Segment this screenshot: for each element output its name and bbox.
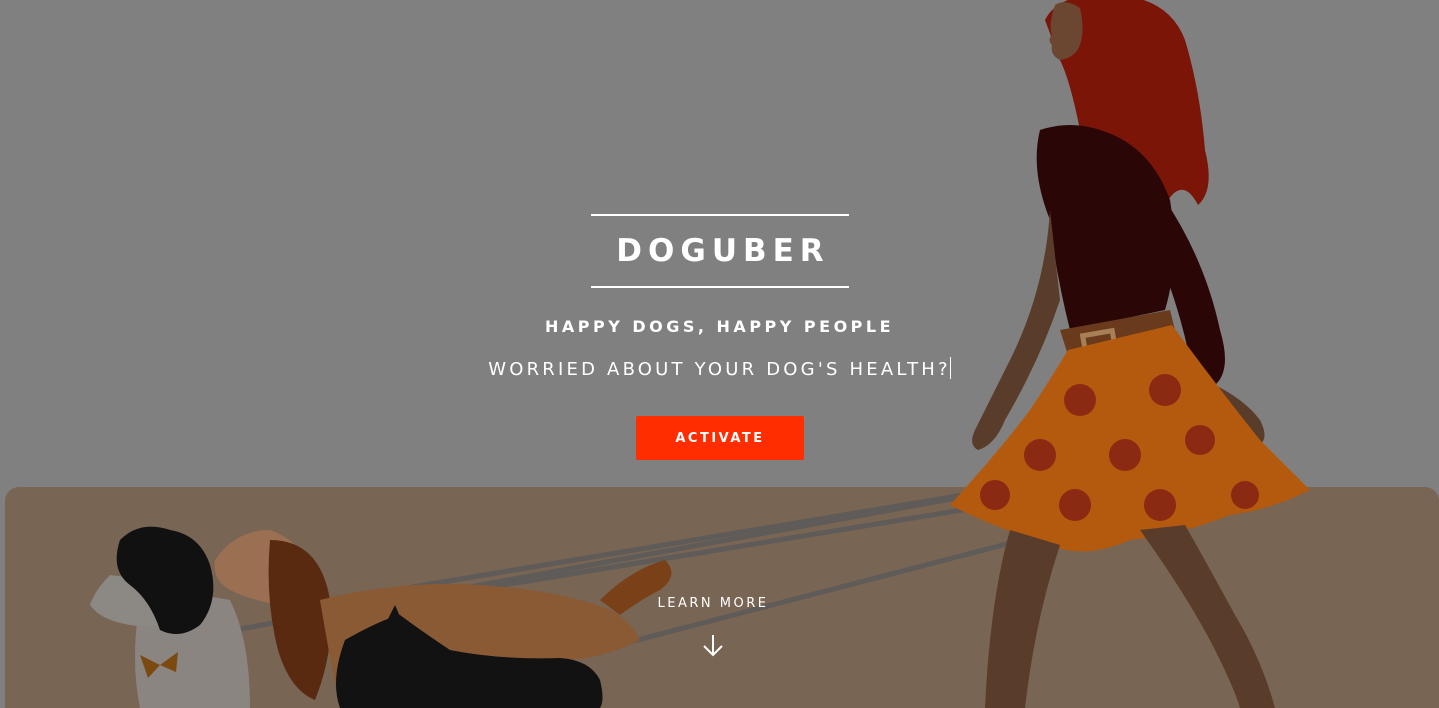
typed-headline: WORRIED ABOUT YOUR DOG'S HEALTH?	[0, 357, 1439, 380]
hero-content: DOGUBER HAPPY DOGS, HAPPY PEOPLE WORRIED…	[0, 0, 1439, 708]
brand-title-box: DOGUBER	[591, 214, 849, 288]
activate-button[interactable]: ACTIVATE	[636, 416, 804, 460]
arrow-down-icon[interactable]	[701, 633, 725, 659]
learn-more-link[interactable]: LEARN MORE	[613, 596, 813, 611]
tagline: HAPPY DOGS, HAPPY PEOPLE	[544, 317, 895, 336]
brand-title: DOGUBER	[616, 233, 830, 269]
hero-section: DOGUBER HAPPY DOGS, HAPPY PEOPLE WORRIED…	[0, 0, 1439, 708]
typed-headline-text: WORRIED ABOUT YOUR DOG'S HEALTH?	[488, 359, 951, 380]
text-cursor	[949, 357, 951, 379]
